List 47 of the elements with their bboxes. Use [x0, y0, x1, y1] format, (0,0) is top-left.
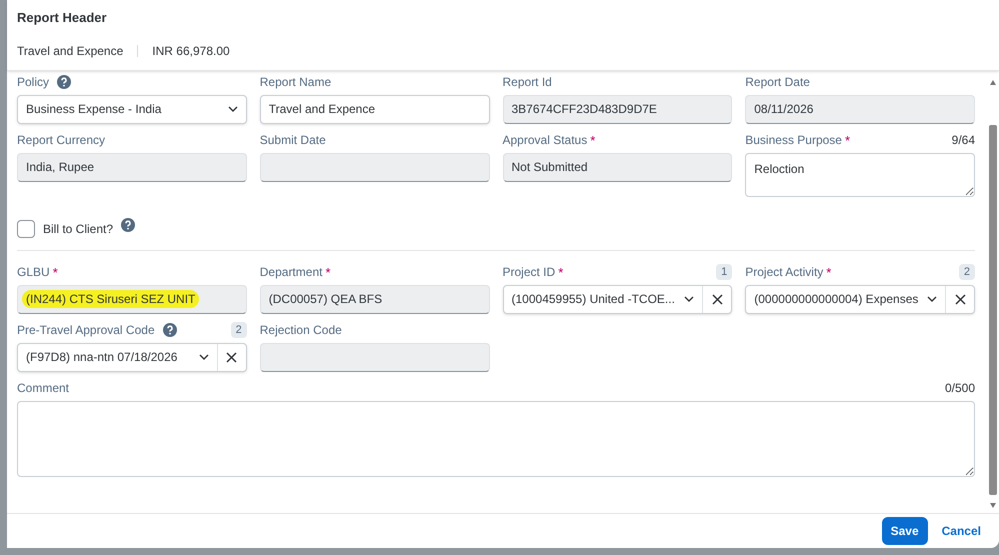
field-value: 08/11/2026: [754, 101, 814, 118]
field-label: Comment: [17, 380, 70, 397]
field-value: (DC00057) QEA BFS: [268, 291, 382, 308]
field-label: Business Purpose: [745, 132, 842, 149]
help-icon[interactable]: [121, 218, 136, 232]
field-value: (IN244) CTS Siruseri SEZ UNIT: [22, 290, 200, 308]
required-mark: *: [325, 266, 331, 278]
field-value: 3B7674CFF23D483D9D7E: [512, 101, 657, 118]
comment-field[interactable]: [17, 400, 975, 476]
cancel-button[interactable]: Cancel: [936, 517, 987, 545]
checkbox-label: Bill to Client?: [43, 220, 114, 238]
save-button[interactable]: Save: [882, 517, 928, 545]
required-mark: *: [844, 134, 850, 146]
field-label: Project ID: [502, 264, 556, 281]
required-mark: *: [558, 266, 564, 278]
checkbox[interactable]: [17, 220, 35, 238]
field-value: India, Rupee: [26, 159, 94, 176]
character-counter: 0/500: [944, 380, 975, 397]
dialog-title: Report Header: [17, 9, 108, 27]
field-label: Project Activity: [745, 264, 824, 281]
field-label: Department: [260, 264, 322, 281]
field-label: Report Id: [502, 74, 552, 91]
field-label: Report Currency: [17, 132, 106, 149]
count-badge: 1: [716, 264, 732, 280]
required-mark: *: [826, 266, 832, 278]
field-label: Approval Status: [502, 132, 588, 149]
required-mark: *: [590, 134, 596, 146]
input-field[interactable]: Travel and Expence: [260, 94, 490, 124]
field-label: Policy: [17, 74, 50, 91]
count-badge: 2: [958, 264, 975, 280]
report-name: Travel and Expence: [17, 42, 124, 60]
count-badge: 2: [230, 322, 247, 338]
report-amount: INR 66,978.00: [152, 42, 230, 60]
field-label: Submit Date: [260, 132, 326, 149]
field-label: Report Name: [260, 74, 332, 91]
field-label: Report Date: [745, 74, 810, 91]
field-label: Rejection Code: [260, 322, 342, 339]
character-counter: 9/64: [952, 132, 975, 149]
help-icon[interactable]: [162, 323, 177, 337]
text-area[interactable]: Reloction: [745, 152, 975, 196]
help-icon[interactable]: [57, 75, 72, 89]
field-label: Pre-Travel Approval Code: [17, 322, 155, 339]
dropdown-field[interactable]: Business Expense - India: [17, 94, 247, 124]
required-mark: *: [52, 266, 58, 278]
field-value: Not Submitted: [512, 159, 588, 176]
chevron-down-icon: [228, 106, 238, 112]
field-label: GLBU: [17, 264, 50, 281]
